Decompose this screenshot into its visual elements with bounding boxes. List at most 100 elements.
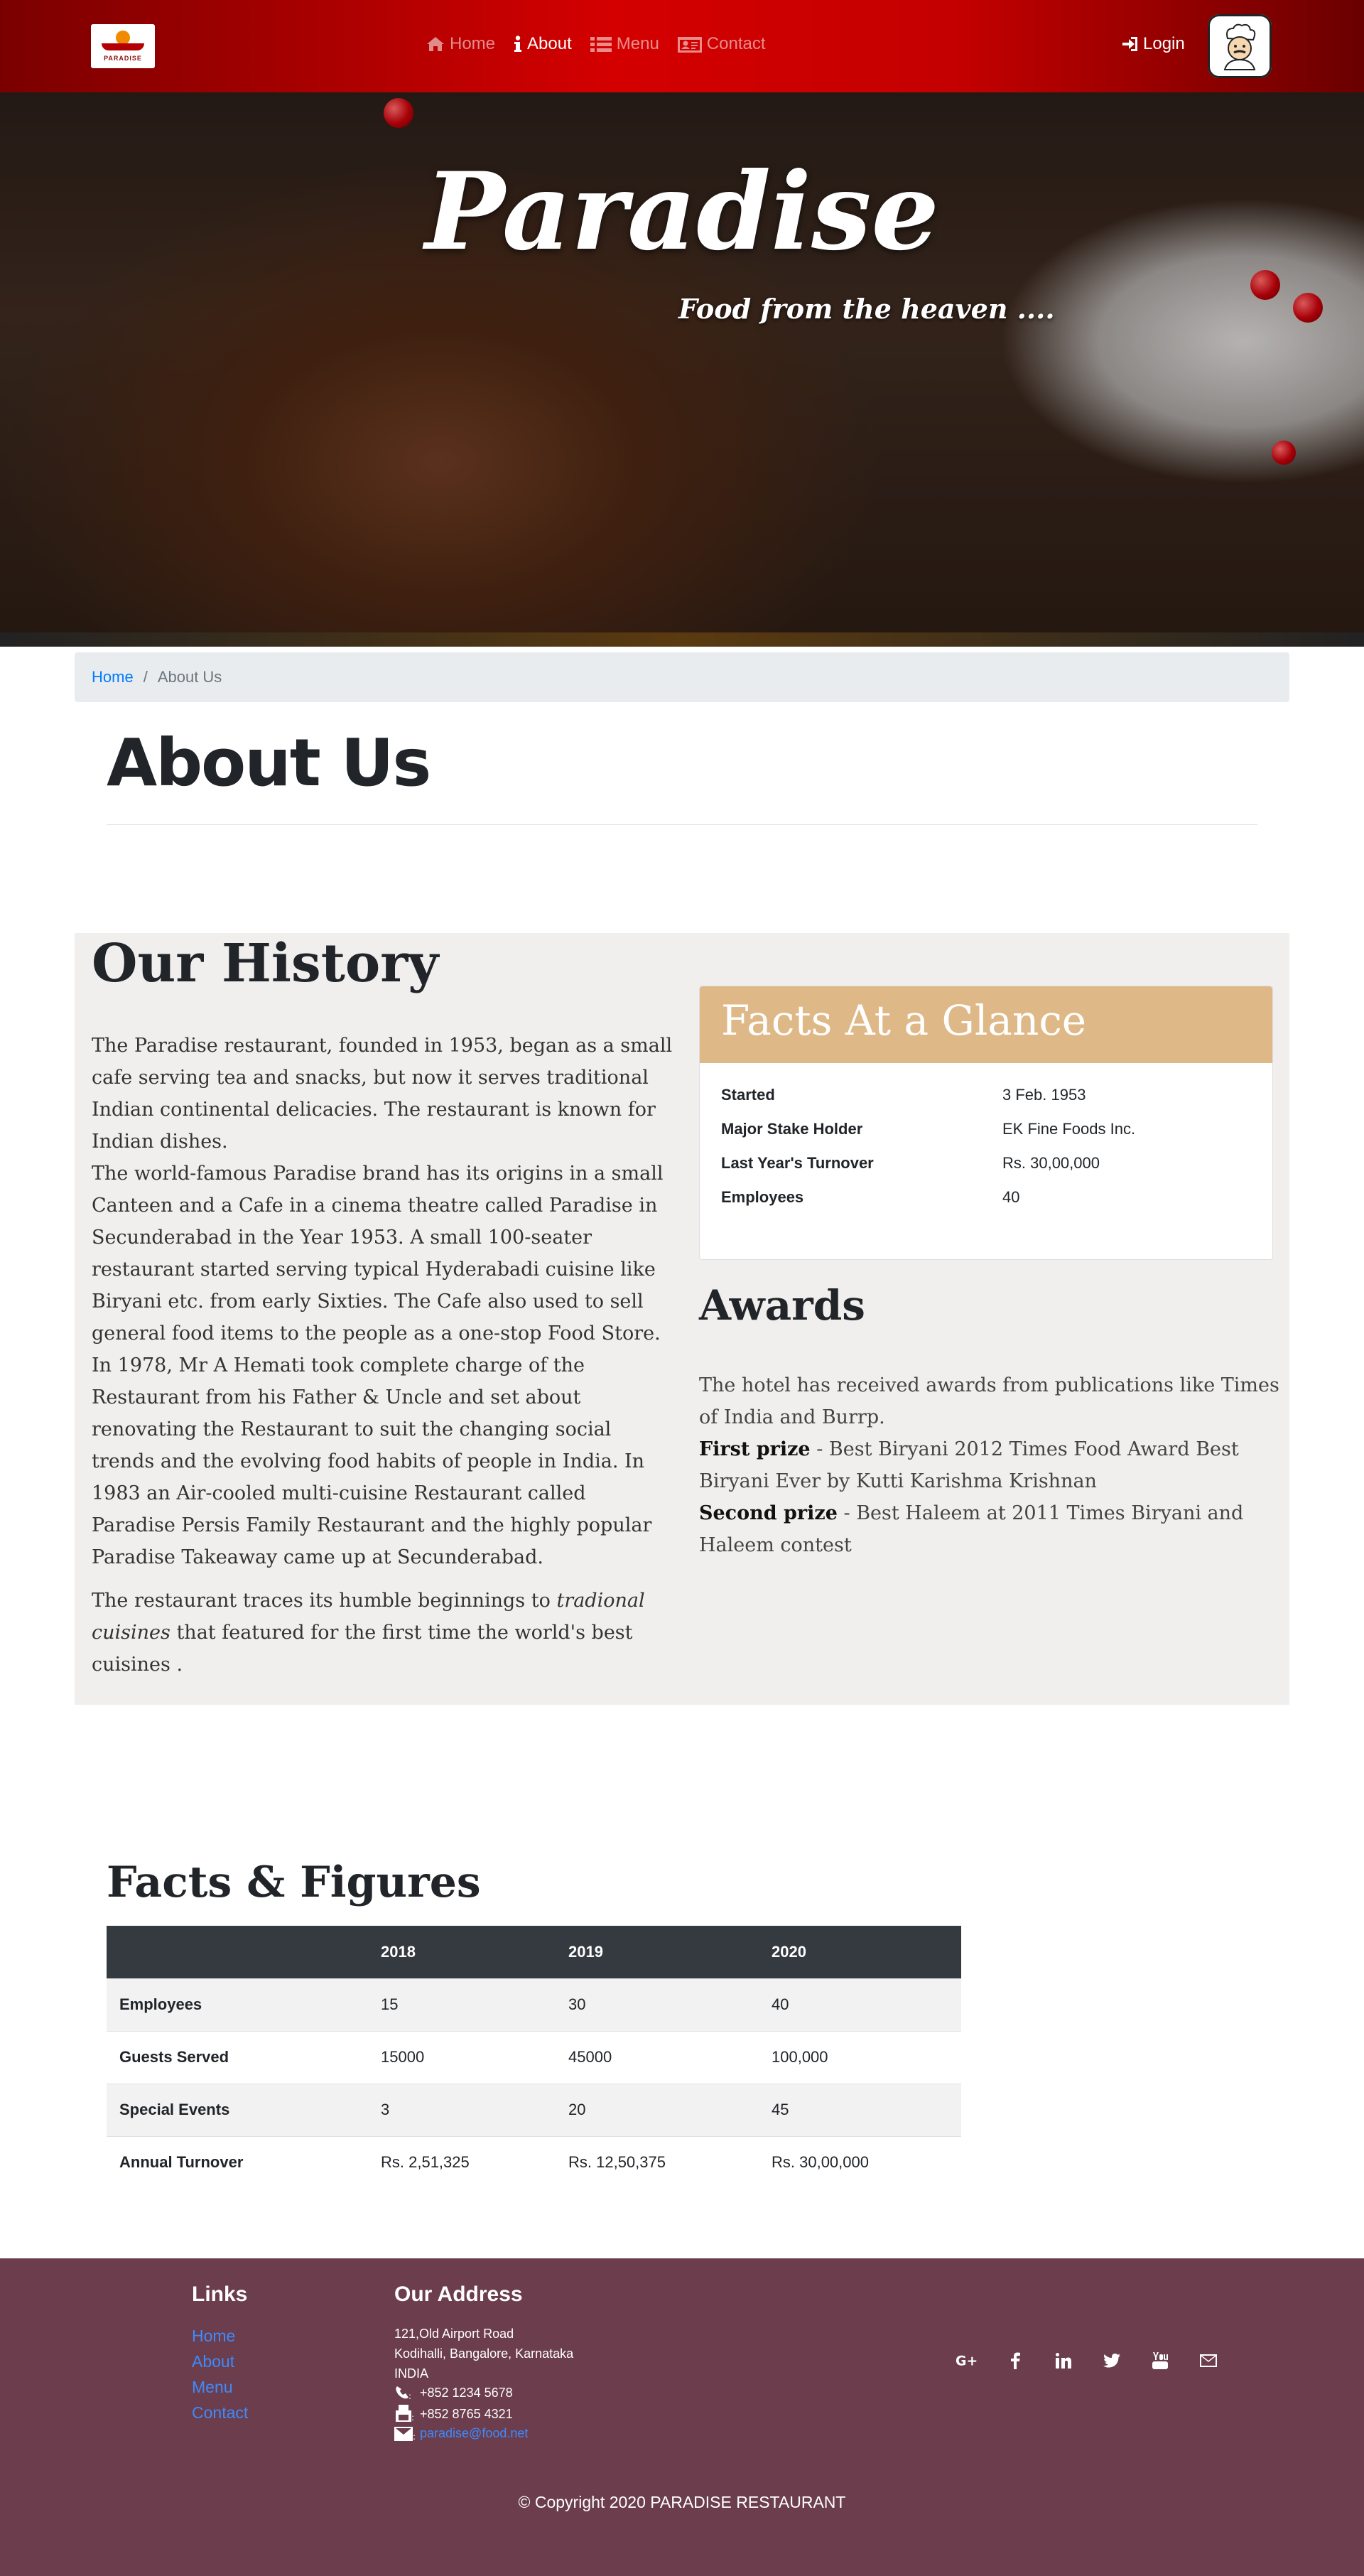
history-closing: The restaurant traces its humble beginni… [92,1585,674,1681]
breadcrumb-separator: / [143,668,148,686]
svg-text:G+: G+ [956,2354,978,2368]
award-item: First prize - Best Biryani 2012 Times Fo… [699,1433,1282,1497]
facts-row: Employees 40 [721,1188,1261,1207]
table-header: 2018 [368,1926,556,1978]
nav-item-label: Home [450,34,496,53]
history-title: Our History [92,933,439,994]
nav-item-about[interactable]: About [514,34,572,54]
navbar: PARADISE Home About Menu Contact Login [0,0,1364,92]
nav-links: Home About Menu Contact [426,34,766,54]
footer-link-menu[interactable]: Menu [192,2378,233,2397]
facts-title: Facts At a Glance [700,986,1272,1063]
table-row-header: Employees [107,1978,368,2031]
login-label: Login [1143,34,1185,53]
google-plus-icon[interactable]: G+ [956,2349,978,2372]
nav-item-label: Contact [706,34,766,53]
table-cell: 45 [759,2083,961,2136]
table-row: Annual Turnover Rs. 2,51,325 Rs. 12,50,3… [107,2135,961,2189]
nav-item-label: About [527,34,572,53]
logo-icon [102,27,144,52]
fax-number: +852 8765 4321 [420,2406,513,2421]
home-icon [427,37,444,51]
footer-links-title: Links [192,2283,248,2306]
facts-value: 40 [1002,1188,1020,1206]
footer: Links Home About Menu Contact Our Addres… [0,2258,1364,2576]
breadcrumb-current: About Us [157,668,222,686]
table-cell: 20 [556,2083,759,2136]
nav-item-home[interactable]: Home [426,34,495,54]
history-closing-text: The restaurant traces its humble beginni… [92,1590,557,1612]
page-title: About Us [107,725,431,801]
hero-subtitle: Food from the heaven .... [678,293,1055,325]
facts-row: Major Stake Holder EK Fine Foods Inc. [721,1120,1261,1138]
svg-text::: : [411,2413,414,2423]
figures-table: 2018 2019 2020 Employees 15 30 40 Guests… [107,1926,961,2189]
title-divider [107,824,1257,825]
nav-item-menu[interactable]: Menu [590,34,659,54]
address-line: Kodihalli, Bangalore, Karnataka [394,2346,574,2361]
chef-avatar[interactable] [1208,14,1272,78]
address-line: INDIA [394,2366,429,2381]
history-paragraph: In 1978, Mr A Hemati took complete charg… [92,1354,652,1568]
footer-link-about[interactable]: About [192,2352,234,2371]
envelope-icon: : [394,2426,416,2441]
nav-item-contact[interactable]: Contact [677,34,766,54]
facebook-icon[interactable] [1004,2349,1027,2372]
login-link[interactable]: Login [1122,34,1185,54]
svg-text::: : [408,2391,411,2400]
address-phone: : +852 1234 5678 [394,2385,513,2400]
sign-in-icon [1122,37,1137,51]
footer-link-contact[interactable]: Contact [192,2403,248,2423]
footer-link-home[interactable]: Home [192,2327,235,2346]
table-cell: 100,000 [759,2030,961,2084]
award-item: Second prize - Best Haleem at 2011 Times… [699,1497,1282,1561]
table-row: Special Events 3 20 45 [107,2083,961,2136]
facts-card: Facts At a Glance Started 3 Feb. 1953 Ma… [699,986,1273,1260]
chef-icon [1223,23,1256,70]
logo-text: PARADISE [104,55,142,62]
history-paragraph: The Paradise restaurant, founded in 1953… [92,1035,673,1153]
linkedin-icon[interactable] [1052,2349,1075,2372]
award-label: Second prize [699,1502,838,1524]
table-row: Guests Served 15000 45000 100,000 [107,2030,961,2084]
award-label: First prize [699,1438,811,1460]
table-row-header: Special Events [107,2083,368,2136]
envelope-icon[interactable] [1197,2349,1220,2372]
table-header: 2019 [556,1926,759,1978]
table-cell: 15 [368,1978,556,2031]
table-row: Employees 15 30 40 [107,1978,961,2031]
history-paragraph: The world-famous Paradise brand has its … [92,1163,664,1344]
info-icon [514,36,522,52]
social-links: G+ [956,2349,1220,2372]
fax-icon: : [396,2405,414,2423]
awards-body: The hotel has received awards from publi… [699,1369,1282,1561]
address-email: : paradise@food.net [394,2426,528,2441]
breadcrumb-home-link[interactable]: Home [92,668,134,686]
table-cell: 3 [368,2083,556,2136]
copyright: © Copyright 2020 PARADISE RESTAURANT [518,2493,846,2511]
email-link[interactable]: paradise@food.net [420,2426,528,2441]
hero-title: Paradise [425,149,939,274]
facts-key: Major Stake Holder [721,1120,863,1138]
table-cell: 30 [556,1978,759,2031]
figures-title: Facts & Figures [107,1858,481,1907]
svg-text::: : [413,2432,416,2441]
facts-key: Started [721,1086,775,1104]
twitter-icon[interactable] [1100,2349,1123,2372]
table-header [107,1926,368,1978]
facts-value: Rs. 30,00,000 [1002,1154,1100,1172]
facts-row: Started 3 Feb. 1953 [721,1086,1261,1104]
history-closing-text: that featured for the first time the wor… [92,1622,633,1676]
breadcrumb: Home / About Us [75,652,1289,702]
history-body: The Paradise restaurant, founded in 1953… [92,1030,674,1681]
awards-intro: The hotel has received awards from publi… [699,1374,1279,1428]
phone-number: +852 1234 5678 [420,2385,513,2400]
youtube-icon[interactable] [1149,2349,1171,2372]
brand-logo[interactable]: PARADISE [91,24,155,68]
table-cell: Rs. 30,00,000 [759,2135,961,2189]
table-header: 2020 [759,1926,961,1978]
history-section: Our History The Paradise restaurant, fou… [75,933,1289,1705]
table-cell: Rs. 12,50,375 [556,2135,759,2189]
nav-item-label: Menu [616,34,659,53]
address-line: 121,Old Airport Road [394,2327,514,2341]
